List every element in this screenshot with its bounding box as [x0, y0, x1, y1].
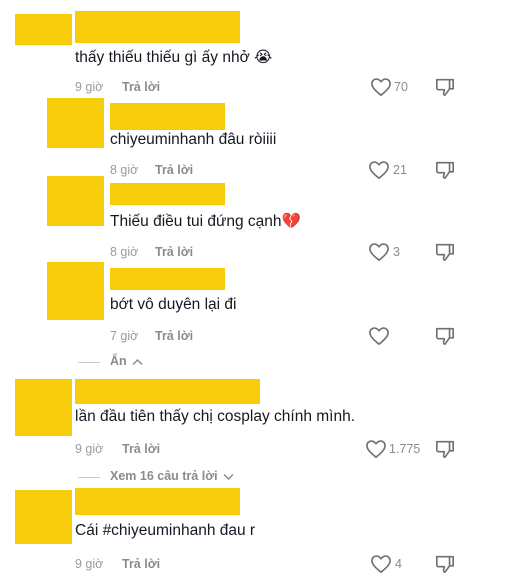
avatar[interactable]	[15, 14, 72, 45]
thumbs-down-icon[interactable]	[434, 554, 456, 574]
username[interactable]	[75, 11, 240, 43]
heart-outline-icon[interactable]	[368, 242, 390, 262]
chevron-up-icon	[132, 355, 143, 369]
comment-time: 9 giờ	[75, 557, 104, 571]
comment-text: Cái #chiyeuminhanh đau r	[75, 522, 256, 539]
thumbs-down-icon[interactable]	[434, 326, 456, 346]
comment-time: 8 giờ	[110, 245, 139, 259]
heart-outline-icon[interactable]	[370, 77, 392, 97]
username[interactable]	[110, 268, 225, 290]
reply-button[interactable]: Trả lời	[155, 329, 193, 343]
username[interactable]	[110, 103, 225, 130]
username[interactable]	[75, 488, 240, 515]
avatar[interactable]	[15, 490, 72, 544]
comment-text: Thiếu điều tui đứng cạnh💔	[110, 213, 301, 230]
comment-time: 9 giờ	[75, 442, 104, 456]
divider	[78, 362, 100, 363]
heart-outline-icon[interactable]	[368, 160, 390, 180]
hide-replies-label: Ẩn	[110, 354, 127, 368]
like-count: 1.775	[389, 442, 421, 456]
hide-replies-button[interactable]: Ẩn	[110, 354, 143, 369]
comment-time: 7 giờ	[110, 329, 139, 343]
comment-text: bớt vô duyên lại đi	[110, 296, 237, 313]
like-count: 4	[395, 557, 402, 571]
reply-button[interactable]: Trả lời	[122, 557, 160, 571]
avatar[interactable]	[47, 98, 104, 148]
chevron-down-icon	[223, 470, 234, 484]
username[interactable]	[110, 183, 225, 205]
comment-text: chiyeuminhanh đâu ròiiii	[110, 131, 277, 148]
reply-button[interactable]: Trả lời	[122, 80, 160, 94]
username[interactable]	[75, 379, 260, 404]
thumbs-down-icon[interactable]	[434, 77, 456, 97]
thumbs-down-icon[interactable]	[434, 439, 456, 459]
thumbs-down-icon[interactable]	[434, 242, 456, 262]
view-replies-button[interactable]: Xem 16 câu trả lời	[110, 469, 234, 484]
reply-button[interactable]: Trả lời	[155, 245, 193, 259]
like-count: 70	[394, 80, 408, 94]
view-replies-label: Xem 16 câu trả lời	[110, 469, 218, 483]
like-count: 3	[393, 245, 400, 259]
like-count: 21	[393, 163, 407, 177]
reply-button[interactable]: Trả lời	[122, 442, 160, 456]
avatar[interactable]	[47, 262, 104, 320]
heart-outline-icon[interactable]	[368, 326, 390, 346]
reply-button[interactable]: Trả lời	[155, 163, 193, 177]
comment-time: 9 giờ	[75, 80, 104, 94]
comment-text: thấy thiếu thiếu gì ấy nhở 😭	[75, 49, 273, 66]
divider	[78, 477, 100, 478]
avatar[interactable]	[47, 176, 104, 226]
comment-time: 8 giờ	[110, 163, 139, 177]
heart-outline-icon[interactable]	[370, 554, 392, 574]
comment-text: lần đầu tiên thấy chị cosplay chính mình…	[75, 408, 356, 425]
heart-outline-icon[interactable]	[365, 439, 387, 459]
avatar[interactable]	[15, 379, 72, 436]
thumbs-down-icon[interactable]	[434, 160, 456, 180]
